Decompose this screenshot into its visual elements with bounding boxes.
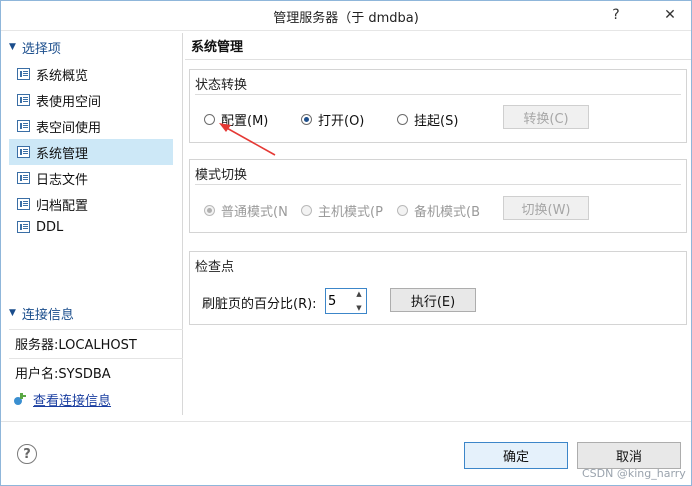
radio-checked-icon [204, 205, 215, 216]
table-icon [17, 68, 30, 80]
divider [185, 59, 691, 60]
percent-stepper[interactable]: ▲ ▼ [325, 288, 367, 314]
sidebar-item-label: 表空间使用 [36, 120, 102, 136]
group-title: 模式切换 [195, 168, 248, 183]
sidebar-item-label: 归档配置 [36, 198, 89, 214]
radio-label: 打开(O) [318, 114, 365, 129]
sidebar: ▼ 选择项 系统概览 表使用空间 表空间使用 系统管理 日志文件 归档配置 DD… [5, 33, 183, 415]
help-icon[interactable]: ? [17, 444, 37, 464]
group-title: 检查点 [195, 260, 235, 275]
annotation-arrow-icon [219, 123, 276, 156]
radio-checked-icon [301, 114, 312, 125]
table-icon [17, 221, 30, 233]
execute-button[interactable]: 执行(E) [390, 288, 476, 312]
sidebar-item-archive-config[interactable]: 归档配置 [9, 191, 173, 217]
percent-input[interactable] [328, 291, 352, 311]
dirty-page-percent-label: 刷脏页的百分比(R): [202, 297, 317, 312]
radio-open[interactable]: 打开(O) [301, 110, 364, 129]
table-icon [17, 172, 30, 184]
down-arrow-icon[interactable]: ▼ [356, 304, 361, 312]
cancel-button[interactable]: 取消 [577, 442, 681, 469]
table-icon [17, 198, 30, 210]
stepper-arrows[interactable]: ▲ ▼ [354, 290, 364, 312]
radio-circle-icon [397, 114, 408, 125]
collapse-triangle-icon: ▼ [9, 42, 16, 52]
view-connection-link[interactable]: 查看连接信息 [33, 390, 111, 409]
sidebar-item-table-space-usage[interactable]: 表使用空间 [9, 87, 173, 113]
radio-label: 主机模式(P [318, 205, 383, 220]
divider [1, 421, 691, 422]
title-bar: 管理服务器（于 dmdba) ? ✕ [1, 1, 691, 31]
divider [195, 94, 681, 95]
sidebar-item-system-overview[interactable]: 系统概览 [9, 61, 173, 87]
sidebar-item-label: 系统管理 [36, 146, 89, 162]
table-icon [17, 94, 30, 106]
group-title: 状态转换 [195, 78, 248, 93]
mode-switch-group: 模式切换 [189, 159, 687, 233]
table-icon [17, 146, 30, 158]
divider [195, 184, 681, 185]
table-icon [17, 120, 30, 132]
sidebar-item-label: DDL [36, 219, 64, 235]
radio-standby-mode[interactable]: 备机模式(B [397, 201, 480, 220]
sidebar-item-log-files[interactable]: 日志文件 [9, 165, 173, 191]
sidebar-item-label: 系统概览 [36, 68, 89, 84]
close-icon[interactable]: ✕ [651, 1, 689, 29]
manage-server-dialog: 管理服务器（于 dmdba) ? ✕ ▼ 选择项 系统概览 表使用空间 表空间使… [0, 0, 692, 486]
server-info: 服务器:LOCALHOST [9, 329, 183, 357]
sidebar-item-system-management[interactable]: 系统管理 [9, 139, 173, 165]
radio-circle-icon [397, 205, 408, 216]
collapse-triangle-icon: ▼ [9, 308, 16, 318]
radio-primary-mode[interactable]: 主机模式(P [301, 201, 383, 220]
watermark: CSDN @king_harry [582, 467, 686, 480]
radio-suspend[interactable]: 挂起(S) [397, 110, 458, 129]
connection-header-label: 连接信息 [21, 307, 74, 323]
sidebar-item-tablespace-usage[interactable]: 表空间使用 [9, 113, 173, 139]
radio-normal-mode[interactable]: 普通模式(N [204, 201, 288, 220]
radio-label: 普通模式(N [221, 205, 288, 220]
sidebar-item-label: 表使用空间 [36, 94, 102, 110]
sidebar-item-ddl[interactable]: DDL [9, 217, 173, 237]
page-title: 系统管理 [191, 40, 244, 55]
window-title: 管理服务器（于 dmdba) [273, 11, 419, 26]
up-arrow-icon[interactable]: ▲ [356, 290, 361, 298]
options-header-label: 选择项 [21, 41, 61, 57]
radio-label: 挂起(S) [414, 114, 459, 129]
radio-circle-icon [301, 205, 312, 216]
radio-label: 备机模式(B [414, 205, 480, 220]
connection-plug-icon [14, 393, 26, 405]
sidebar-item-label: 日志文件 [36, 172, 89, 188]
switch-button[interactable]: 切换(W) [503, 196, 589, 220]
ok-button[interactable]: 确定 [464, 442, 568, 469]
options-list: 系统概览 表使用空间 表空间使用 系统管理 日志文件 归档配置 DDL [9, 61, 173, 237]
convert-button[interactable]: 转换(C) [503, 105, 589, 129]
username-info: 用户名:SYSDBA [9, 358, 183, 386]
connection-section-header[interactable]: ▼ 连接信息 [9, 302, 74, 324]
help-title-button[interactable]: ? [601, 1, 631, 29]
options-section-header[interactable]: ▼ 选择项 [9, 36, 61, 58]
view-connection-info: 查看连接信息 [13, 389, 111, 409]
